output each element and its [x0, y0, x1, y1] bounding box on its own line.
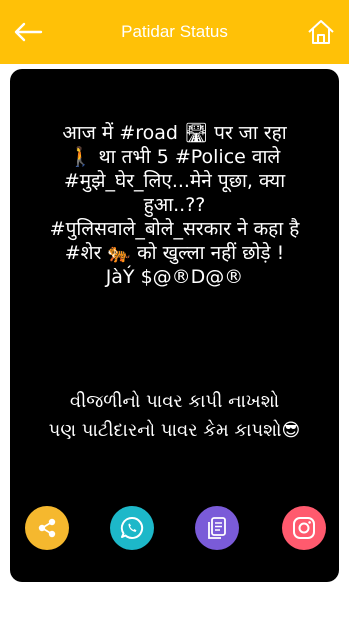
instagram-icon — [293, 517, 315, 539]
status-text-hindi: आज में #road 🛣 पर जा रहा 🚶 था तभी 5 #Pol… — [49, 122, 300, 288]
whatsapp-button[interactable] — [110, 506, 154, 550]
home-button[interactable] — [303, 14, 339, 50]
whatsapp-icon — [120, 516, 144, 539]
share-button[interactable] — [25, 506, 69, 550]
home-icon — [308, 20, 334, 44]
arrow-left-icon — [14, 22, 43, 42]
copy-button[interactable] — [195, 506, 239, 550]
page-title: Patidar Status — [121, 22, 228, 41]
copy-icon — [208, 517, 226, 539]
back-button[interactable] — [10, 14, 46, 50]
action-buttons — [10, 506, 339, 550]
status-card: आज में #road 🛣 पर जा रहा 🚶 था तभी 5 #Pol… — [10, 69, 339, 582]
share-icon — [38, 518, 56, 538]
top-app-bar: Patidar Status — [0, 0, 349, 64]
instagram-button[interactable] — [282, 506, 326, 550]
status-text-gujarati: વીજળીનો પાવર કાપી નાખશો પણ પાટીદારનો પાવ… — [48, 391, 301, 441]
